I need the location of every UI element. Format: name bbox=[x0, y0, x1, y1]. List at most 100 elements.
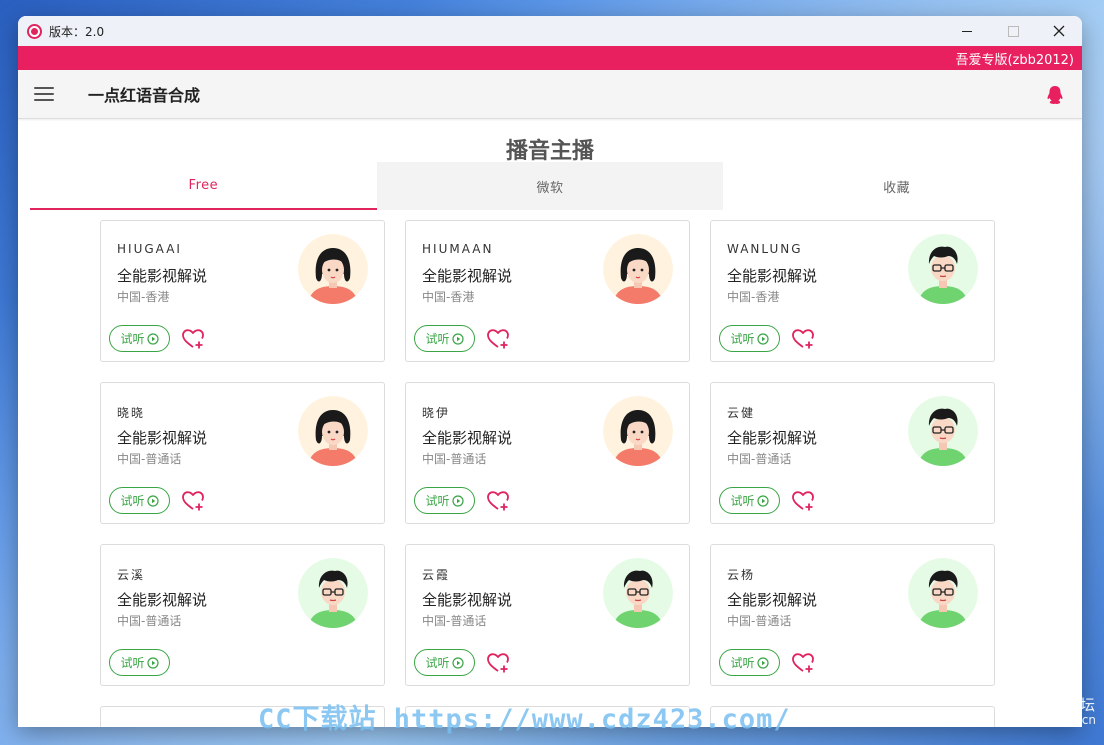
female-avatar-icon bbox=[298, 234, 368, 304]
window-title: 版本：2.0 bbox=[49, 24, 105, 39]
listen-button[interactable]: 试听 bbox=[414, 325, 475, 352]
corner-watermark: 吾爱破解论坛 www.52pojie.cn bbox=[999, 696, 1096, 728]
voice-card-grid: HIUGAAI 全能影视解说 中国-香港 试听 HIUMAAN 全能影视解说 中… bbox=[100, 220, 996, 686]
tab-bar: Free 微软 收藏 bbox=[30, 162, 1070, 210]
voice-style: 全能影视解说 bbox=[117, 429, 208, 447]
voice-language: 中国-普通话 bbox=[727, 614, 792, 628]
voice-language: 中国-香港 bbox=[422, 290, 475, 304]
play-circle-icon bbox=[146, 332, 159, 345]
tab-favorites[interactable]: 收藏 bbox=[723, 162, 1070, 210]
listen-button[interactable]: 试听 bbox=[414, 487, 475, 514]
window-controls bbox=[944, 16, 1082, 46]
voice-style: 全能影视解说 bbox=[422, 267, 513, 285]
corner-watermark-line2: www.52pojie.cn bbox=[1001, 713, 1096, 728]
voice-language: 中国-普通话 bbox=[422, 614, 487, 628]
voice-name: 云溪 bbox=[117, 568, 146, 582]
voice-language: 中国-普通话 bbox=[117, 452, 182, 466]
close-button[interactable] bbox=[1036, 16, 1082, 46]
title-bar[interactable]: 版本：2.0 bbox=[18, 16, 1082, 46]
play-circle-icon bbox=[146, 656, 159, 669]
minimize-button[interactable] bbox=[944, 16, 990, 46]
female-avatar-icon bbox=[298, 396, 368, 466]
brand-label: 吾爱专版(zbb2012) bbox=[955, 52, 1074, 68]
listen-label: 试听 bbox=[425, 332, 450, 346]
voice-card[interactable]: 云杨 全能影视解说 中国-普通话 试听 bbox=[710, 544, 995, 686]
voice-name: WANLUNG bbox=[727, 242, 803, 256]
female-avatar-icon bbox=[603, 234, 673, 304]
listen-button[interactable]: 试听 bbox=[109, 649, 170, 676]
voice-name: 云霞 bbox=[422, 568, 451, 582]
voice-style: 全能影视解说 bbox=[422, 591, 513, 609]
maximize-button[interactable] bbox=[990, 16, 1036, 46]
male-avatar-icon bbox=[298, 558, 368, 628]
favorite-add-icon[interactable] bbox=[486, 328, 510, 350]
favorite-add-icon[interactable] bbox=[181, 328, 205, 350]
app-window: 版本：2.0 吾爱专版(zbb2012) 一点红语音合成 播音主播 Free 微… bbox=[18, 16, 1082, 727]
listen-button[interactable]: 试听 bbox=[109, 325, 170, 352]
male-avatar-icon bbox=[603, 558, 673, 628]
hamburger-menu-icon[interactable] bbox=[34, 87, 54, 101]
voice-style: 全能影视解说 bbox=[422, 429, 513, 447]
voice-name: HIUGAAI bbox=[117, 242, 182, 256]
voice-style: 全能影视解说 bbox=[117, 267, 208, 285]
play-circle-icon bbox=[756, 494, 769, 507]
listen-button[interactable]: 试听 bbox=[719, 325, 780, 352]
voice-language: 中国-香港 bbox=[117, 290, 170, 304]
male-avatar-icon bbox=[908, 558, 978, 628]
corner-watermark-line1: 吾爱破解论坛 bbox=[999, 696, 1096, 714]
favorite-add-icon[interactable] bbox=[791, 490, 815, 512]
voice-card[interactable]: HIUGAAI 全能影视解说 中国-香港 试听 bbox=[100, 220, 385, 362]
voice-style: 全能影视解说 bbox=[727, 267, 818, 285]
play-circle-icon bbox=[451, 494, 464, 507]
voice-language: 中国-普通话 bbox=[117, 614, 182, 628]
listen-button[interactable]: 试听 bbox=[109, 487, 170, 514]
listen-label: 试听 bbox=[425, 494, 450, 508]
qq-icon[interactable] bbox=[1046, 85, 1064, 105]
favorite-add-icon[interactable] bbox=[791, 328, 815, 350]
favorite-add-icon[interactable] bbox=[791, 652, 815, 674]
tab-free[interactable]: Free bbox=[30, 162, 377, 210]
play-circle-icon bbox=[146, 494, 159, 507]
listen-label: 试听 bbox=[730, 332, 755, 346]
voice-card[interactable]: 晓晓 全能影视解说 中国-普通话 试听 bbox=[100, 382, 385, 524]
app-title: 一点红语音合成 bbox=[88, 86, 201, 105]
listen-button[interactable]: 试听 bbox=[719, 649, 780, 676]
voice-language: 中国-普通话 bbox=[727, 452, 792, 466]
listen-label: 试听 bbox=[425, 656, 450, 670]
app-bar: 一点红语音合成 bbox=[18, 70, 1082, 119]
site-watermark: CC下载站 https://www.cdz423.com/ bbox=[258, 704, 791, 735]
voice-card[interactable]: 云溪 全能影视解说 中国-普通话 试听 bbox=[100, 544, 385, 686]
listen-label: 试听 bbox=[730, 656, 755, 670]
listen-button[interactable]: 试听 bbox=[414, 649, 475, 676]
listen-label: 试听 bbox=[120, 494, 145, 508]
play-circle-icon bbox=[756, 656, 769, 669]
voice-name: 晓伊 bbox=[422, 406, 451, 420]
voice-card[interactable]: 晓伊 全能影视解说 中国-普通话 试听 bbox=[405, 382, 690, 524]
voice-language: 中国-普通话 bbox=[422, 452, 487, 466]
voice-style: 全能影视解说 bbox=[727, 591, 818, 609]
listen-label: 试听 bbox=[120, 332, 145, 346]
male-avatar-icon bbox=[908, 396, 978, 466]
listen-label: 试听 bbox=[730, 494, 755, 508]
listen-button[interactable]: 试听 bbox=[719, 487, 780, 514]
tab-microsoft[interactable]: 微软 bbox=[376, 162, 724, 210]
favorite-add-icon[interactable] bbox=[486, 490, 510, 512]
favorite-add-icon[interactable] bbox=[181, 490, 205, 512]
voice-name: 晓晓 bbox=[117, 406, 146, 420]
voice-name: 云健 bbox=[727, 406, 756, 420]
play-circle-icon bbox=[756, 332, 769, 345]
voice-language: 中国-香港 bbox=[727, 290, 780, 304]
voice-card[interactable]: HIUMAAN 全能影视解说 中国-香港 试听 bbox=[405, 220, 690, 362]
section-title: 播音主播 bbox=[505, 139, 594, 164]
voice-card[interactable]: 云霞 全能影视解说 中国-普通话 试听 bbox=[405, 544, 690, 686]
brand-bar: 吾爱专版(zbb2012) bbox=[18, 46, 1082, 70]
voice-name: 云杨 bbox=[727, 568, 756, 582]
voice-style: 全能影视解说 bbox=[727, 429, 818, 447]
app-logo-icon bbox=[27, 23, 42, 39]
play-circle-icon bbox=[451, 332, 464, 345]
favorite-add-icon[interactable] bbox=[486, 652, 510, 674]
voice-card[interactable]: 云健 全能影视解说 中国-普通话 试听 bbox=[710, 382, 995, 524]
close-icon bbox=[1053, 25, 1065, 37]
voice-card[interactable]: WANLUNG 全能影视解说 中国-香港 试听 bbox=[710, 220, 995, 362]
female-avatar-icon bbox=[603, 396, 673, 466]
